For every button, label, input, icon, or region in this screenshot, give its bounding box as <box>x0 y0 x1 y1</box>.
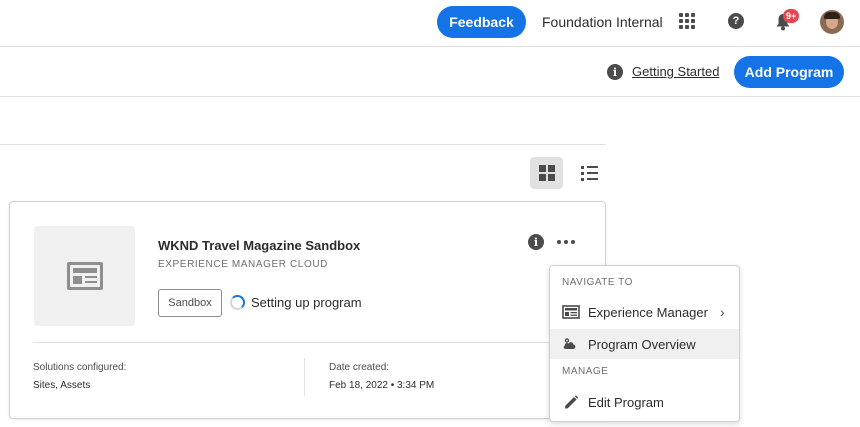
menu-item-program-overview[interactable]: Program Overview <box>550 329 739 359</box>
add-program-button[interactable]: Add Program <box>734 56 844 88</box>
menu-item-label: Edit Program <box>588 394 664 410</box>
solutions-value: Sites, Assets <box>33 380 91 391</box>
program-subtitle: EXPERIENCE MANAGER CLOUD <box>158 259 328 270</box>
more-actions-icon[interactable] <box>555 234 577 250</box>
list-view-icon[interactable] <box>575 157 603 189</box>
program-title[interactable]: WKND Travel Magazine Sandbox <box>158 238 360 253</box>
pencil-icon <box>565 395 579 409</box>
action-bar <box>0 47 860 97</box>
card-vertical-divider <box>304 358 305 396</box>
feedback-button[interactable]: Feedback <box>437 6 526 38</box>
menu-item-experience-manager[interactable]: Experience Manager › <box>550 297 739 327</box>
notification-badge: 9+ <box>783 9 800 23</box>
program-thumbnail <box>34 226 135 326</box>
top-bar: Feedback Foundation Internal ? 9+ <box>0 0 860 47</box>
menu-item-label: Program Overview <box>588 336 696 352</box>
apps-grid-icon[interactable] <box>679 13 695 29</box>
program-status: Setting up program <box>251 295 362 310</box>
menu-heading-manage: MANAGE <box>562 366 609 377</box>
card-divider <box>33 342 583 343</box>
program-card[interactable]: WKND Travel Magazine Sandbox EXPERIENCE … <box>9 201 606 419</box>
grid-view-icon[interactable] <box>530 157 563 189</box>
experience-manager-icon <box>562 305 580 319</box>
org-switcher[interactable]: Foundation Internal <box>542 14 663 30</box>
context-menu: NAVIGATE TO Experience Manager › Program… <box>549 265 740 422</box>
help-icon[interactable]: ? <box>728 13 744 29</box>
avatar[interactable] <box>820 10 844 34</box>
info-icon[interactable]: i <box>528 234 544 250</box>
menu-heading-navigate: NAVIGATE TO <box>562 277 633 288</box>
date-label: Date created: <box>329 362 390 373</box>
menu-item-label: Experience Manager <box>588 304 708 320</box>
date-value: Feb 18, 2022 • 3:34 PM <box>329 380 435 391</box>
loading-spinner-icon <box>230 295 245 310</box>
menu-item-edit-program[interactable]: Edit Program <box>550 387 739 417</box>
chevron-right-icon: › <box>720 304 725 320</box>
divider <box>0 144 606 145</box>
getting-started-link[interactable]: Getting Started <box>632 64 719 79</box>
sandbox-tag: Sandbox <box>158 289 222 317</box>
cloud-gear-icon <box>563 338 576 349</box>
solutions-label: Solutions configured: <box>33 362 127 373</box>
web-page-icon <box>67 262 103 290</box>
info-icon: i <box>607 64 623 80</box>
